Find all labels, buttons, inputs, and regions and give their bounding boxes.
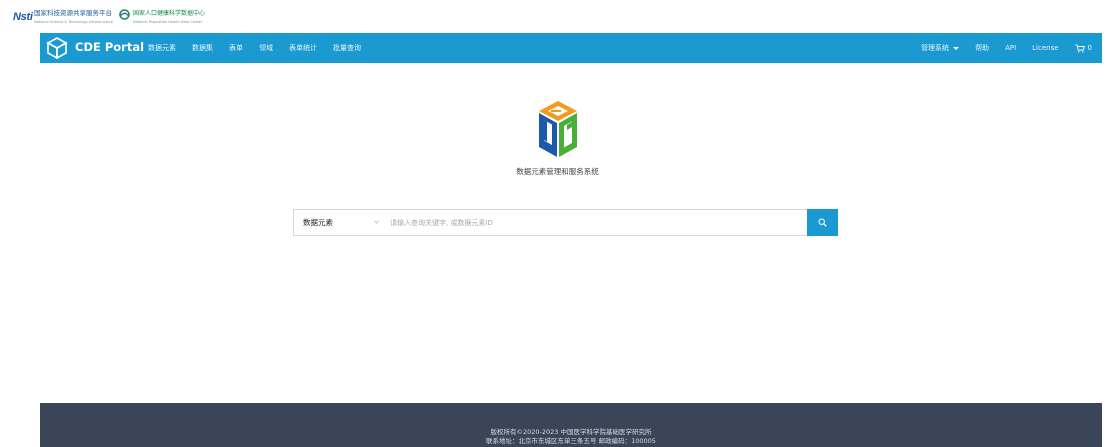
top-logo-strip: Nsti 国家科技资源共享服务平台 National Science & Tec… [0, 0, 1115, 33]
nav-form-stats[interactable]: 表单统计 [289, 43, 317, 53]
search-input[interactable] [390, 210, 802, 235]
manage-menu-label: 管理系统 [921, 44, 950, 52]
footer-address: 联系地址：北京市东城区东单三条五号 邮政编码：100005 [486, 437, 656, 445]
caret-down-icon [953, 46, 960, 50]
search-type-select[interactable]: 数据元素 [294, 210, 384, 235]
search-icon [818, 218, 827, 227]
cde-hero-logo-icon [539, 101, 577, 157]
ncp-name-cn: 国家人口健康科学数据中心 [133, 10, 206, 17]
ncp-logo-icon [119, 9, 130, 20]
chevron-down-icon [374, 220, 379, 224]
ncp-name-en: National Population Health Data Center [133, 20, 203, 24]
search-type-value: 数据元素 [303, 218, 333, 227]
nsti-name-en: National Science & Technology Infrastruc… [34, 20, 113, 24]
footer: 版权所有©2020-2023 中国医学科学院基础医学研究所 联系地址：北京市东城… [40, 403, 1102, 447]
api-link[interactable]: API [1005, 44, 1016, 52]
cart-count: 0 [1087, 44, 1092, 52]
search-bar: 数据元素 [293, 209, 838, 236]
hero-title: 数据元素管理和服务系统 [516, 167, 599, 176]
nav-domains[interactable]: 领域 [259, 43, 273, 53]
nav-batch-query[interactable]: 批量查询 [333, 43, 361, 53]
cart-icon [1075, 44, 1085, 52]
nav-data-elements[interactable]: 数据元素 [148, 43, 176, 53]
brand-title[interactable]: CDE Portal [75, 40, 144, 54]
cart-button[interactable]: 0 [1075, 44, 1092, 53]
nsti-logo: Nsti [13, 11, 33, 23]
nsti-name-cn: 国家科技资源共享服务平台 [34, 9, 112, 17]
cde-logo-icon[interactable] [46, 37, 68, 59]
navbar: CDE Portal 数据元素 数据集 表单 领域 表单统计 批量查询 管理系统… [40, 33, 1102, 63]
ncp-logo-text: 国家人口健康科学数据中心 National Population Health … [133, 9, 205, 27]
nav-forms[interactable]: 表单 [229, 43, 243, 53]
manage-menu[interactable]: 管理系统 [921, 43, 960, 53]
license-link[interactable]: License [1032, 44, 1058, 52]
nsti-logo-text: 国家科技资源共享服务平台 National Science & Technolo… [34, 9, 113, 27]
main-nav: 数据元素 数据集 表单 领域 表单统计 批量查询 [148, 33, 377, 63]
nav-datasets[interactable]: 数据集 [192, 43, 213, 53]
nav-right: 管理系统 帮助 API License 0 [905, 33, 1092, 63]
search-button[interactable] [807, 209, 838, 236]
help-link[interactable]: 帮助 [975, 43, 989, 53]
